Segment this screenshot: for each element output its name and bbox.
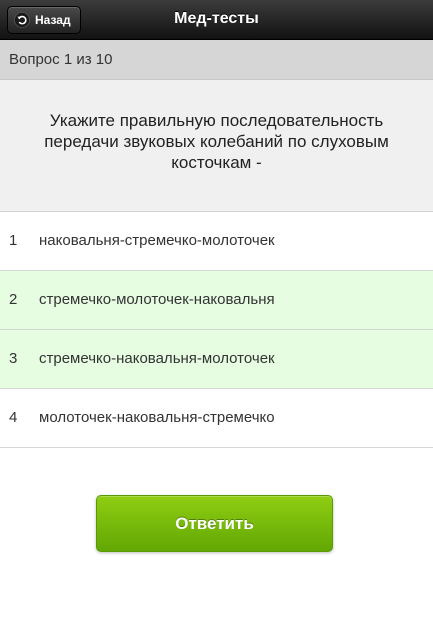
answer-option-3[interactable]: 3 стремечко-наковальня-молоточек [0,330,433,389]
question-text: Укажите правильную последовательность пе… [44,111,389,172]
answer-option-4[interactable]: 4 молоточек-наковальня-стремечко [0,389,433,448]
answer-text: стремечко-молоточек-наковальня [39,291,275,308]
answer-text: наковальня-стремечко-молоточек [39,232,275,249]
answer-number: 4 [9,409,18,426]
answer-text: стремечко-наковальня-молоточек [39,350,275,367]
submit-answer-button[interactable]: Ответить [96,495,333,552]
question-counter-bar: Вопрос 1 из 10 [0,40,433,80]
answer-list: 1 наковальня-стремечко-молоточек 2 стрем… [0,212,433,448]
question-counter: Вопрос 1 из 10 [9,51,113,68]
answer-number: 3 [9,350,18,367]
app-screen: Назад Мед-тесты Вопрос 1 из 10 Укажите п… [0,0,433,629]
question-box: Укажите правильную последовательность пе… [0,80,433,212]
answer-text: молоточек-наковальня-стремечко [39,409,275,426]
answer-option-1[interactable]: 1 наковальня-стремечко-молоточек [0,212,433,271]
header-bar: Назад Мед-тесты [0,0,433,40]
answer-number: 2 [9,291,18,308]
answer-number: 1 [9,232,18,249]
answer-option-2[interactable]: 2 стремечко-молоточек-наковальня [0,271,433,330]
app-title: Мед-тесты [174,10,259,27]
